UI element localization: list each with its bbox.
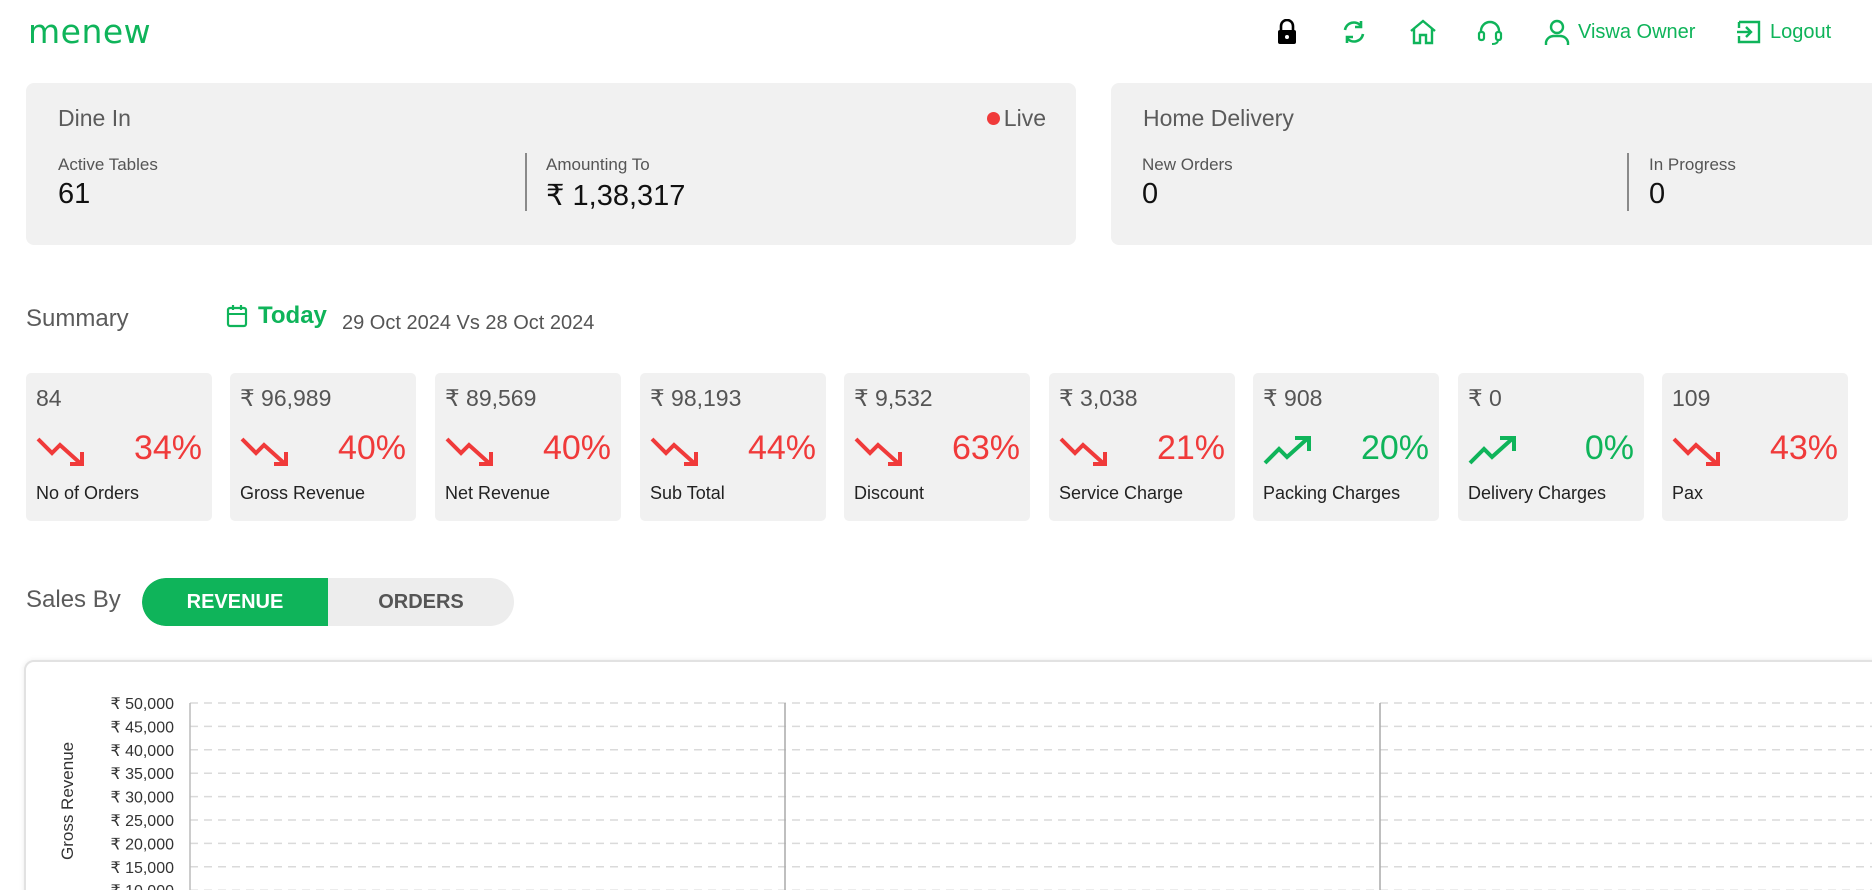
y-tick-label: ₹ 20,000 xyxy=(110,836,174,853)
y-tick-label: ₹ 25,000 xyxy=(110,813,174,830)
y-tick-label: ₹ 35,000 xyxy=(110,766,174,783)
y-tick-label: ₹ 15,000 xyxy=(110,860,174,877)
y-axis-label: Gross Revenue xyxy=(58,741,77,860)
y-tick-label: ₹ 50,000 xyxy=(110,696,174,713)
sales-chart: ₹ 50,000 ₹ 45,000 ₹ 40,000 ₹ 35,000 ₹ 30,000… xyxy=(110,696,1872,890)
y-tick-label: ₹ 40,000 xyxy=(110,743,174,760)
y-tick-label: ₹ 10,000 xyxy=(110,883,174,890)
y-tick-label: ₹ 30,000 xyxy=(110,790,174,807)
y-tick-label: ₹ 45,000 xyxy=(110,719,174,736)
dashboard-page: menew Viswa Owner Logout Dine In Live Ac… xyxy=(0,0,1872,890)
